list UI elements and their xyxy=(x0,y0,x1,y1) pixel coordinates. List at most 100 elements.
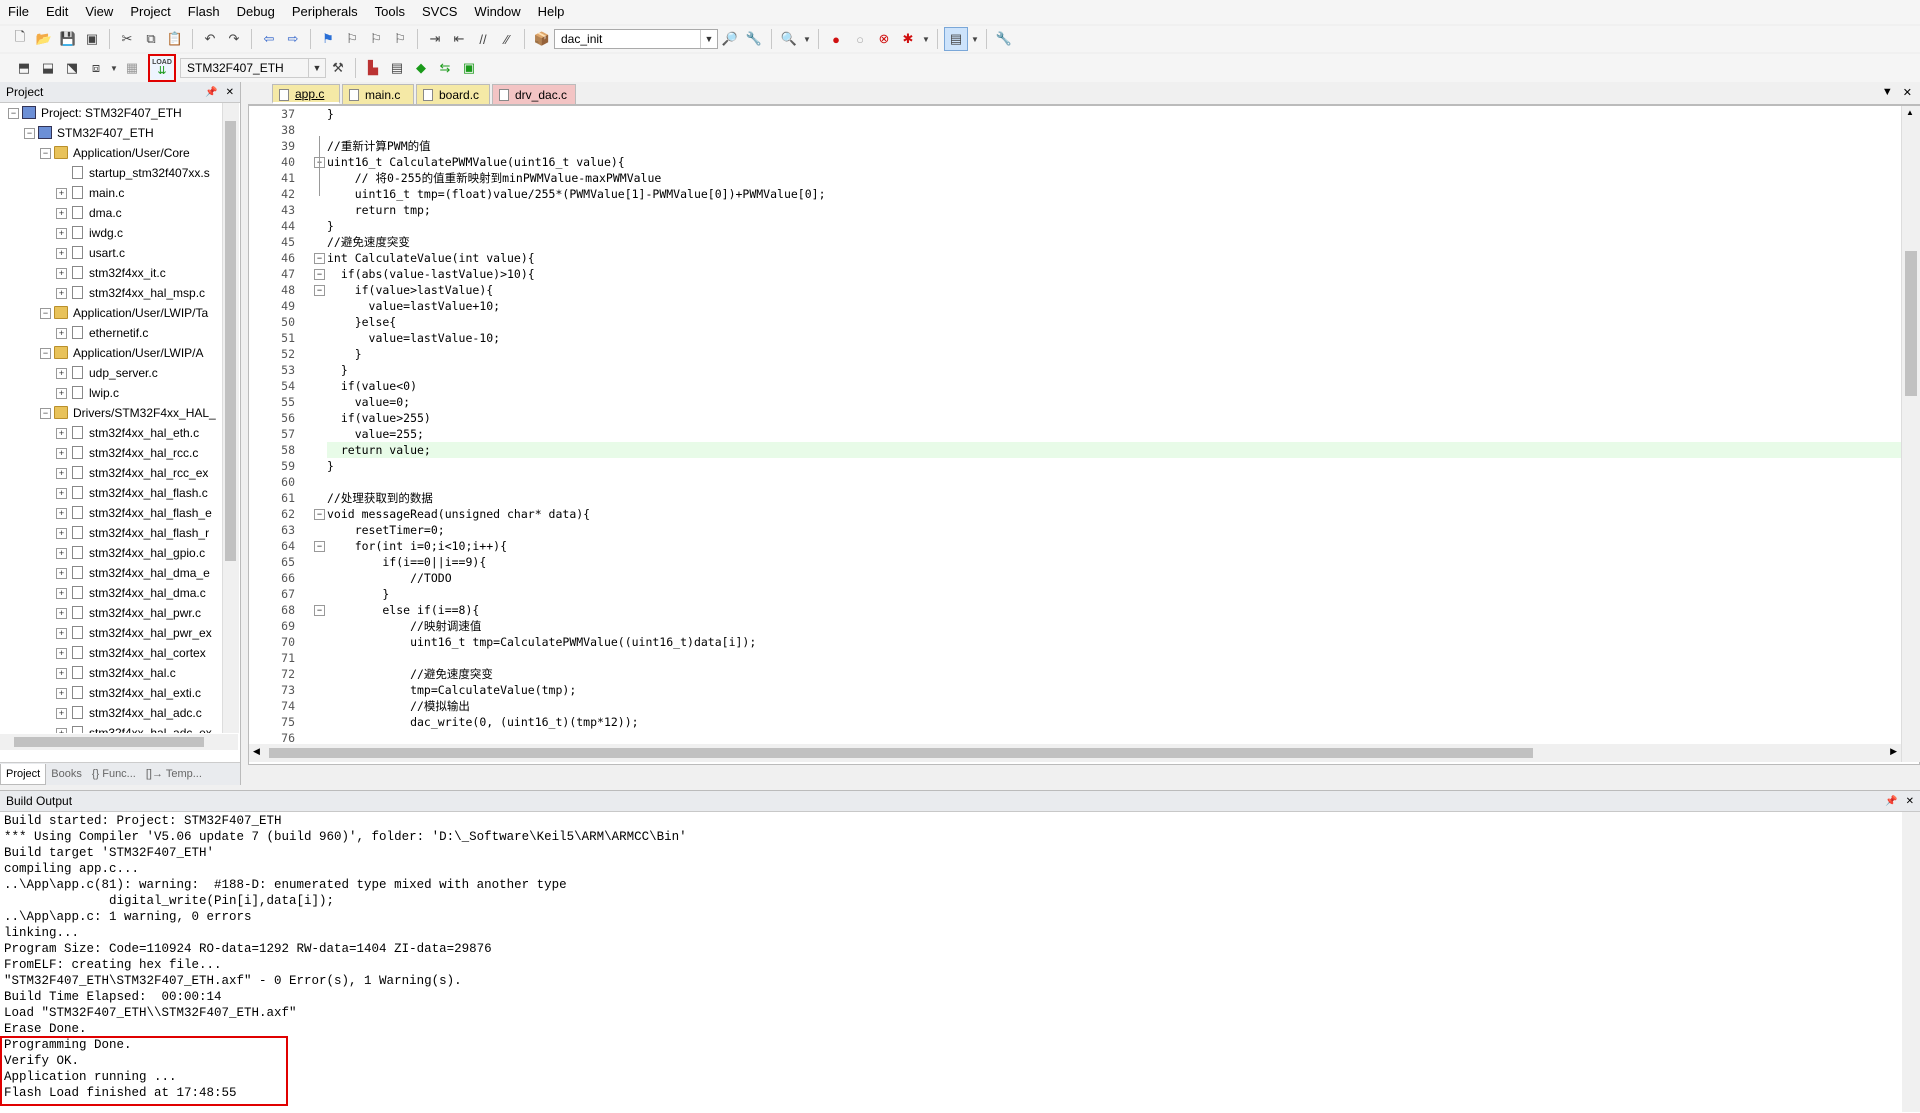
tree-file[interactable]: + stm32f4xx_hal_dma.c xyxy=(0,583,222,603)
tree-group[interactable]: − Application/User/Core xyxy=(0,143,222,163)
code-line[interactable]: }else{ xyxy=(327,314,397,330)
expand-icon[interactable]: + xyxy=(56,608,67,619)
kill-breakpoints-icon[interactable]: ⊗ xyxy=(873,28,895,50)
tab-project[interactable]: Project xyxy=(0,763,47,785)
expand-icon[interactable]: + xyxy=(56,508,67,519)
navigate-back-icon[interactable]: ⇦ xyxy=(258,28,280,50)
code-line[interactable]: uint16_t CalculatePWMValue(uint16_t valu… xyxy=(327,154,625,170)
menu-file[interactable]: File xyxy=(0,0,38,24)
expand-icon[interactable]: + xyxy=(56,328,67,339)
breakpoint-dropdown-icon[interactable]: ▼ xyxy=(921,28,931,50)
prev-bookmark-icon[interactable]: ⚐ xyxy=(341,28,363,50)
expand-icon[interactable]: + xyxy=(56,388,67,399)
code-line[interactable]: //映射调速值 xyxy=(327,618,481,634)
code-line[interactable]: // 将0-255的值重新映射到minPWMValue-maxPWMValue xyxy=(327,170,662,186)
menu-peripherals[interactable]: Peripherals xyxy=(284,0,367,24)
code-line[interactable]: resetTimer=0; xyxy=(327,522,445,538)
code-line[interactable]: } xyxy=(327,458,334,474)
expand-icon[interactable]: + xyxy=(56,628,67,639)
tree-file[interactable]: + main.c xyxy=(0,183,222,203)
code-line[interactable]: value=255; xyxy=(327,426,424,442)
clear-bookmarks-icon[interactable]: ⚐ xyxy=(389,28,411,50)
debug-dropdown-icon[interactable]: ▼ xyxy=(802,28,812,50)
expand-icon[interactable]: + xyxy=(56,648,67,659)
menu-view[interactable]: View xyxy=(77,0,122,24)
expand-icon[interactable]: + xyxy=(56,688,67,699)
pin-icon[interactable]: 📌 xyxy=(1885,796,1897,807)
tree-file[interactable]: + stm32f4xx_hal.c xyxy=(0,663,222,683)
code-line[interactable]: //模拟输出 xyxy=(327,698,470,714)
unindent-icon[interactable]: ⇤ xyxy=(448,28,470,50)
pin-icon[interactable]: 📌 xyxy=(205,87,217,98)
code-line[interactable]: //TODO xyxy=(327,570,452,586)
paste-icon[interactable]: 📋 xyxy=(164,28,186,50)
fold-toggle-icon[interactable]: − xyxy=(314,269,325,280)
find-in-files-icon[interactable]: 🔎 xyxy=(719,28,741,50)
build-icon[interactable]: ⬓ xyxy=(37,57,59,79)
tree-file[interactable]: + stm32f4xx_hal_eth.c xyxy=(0,423,222,443)
tree-file[interactable]: + stm32f4xx_it.c xyxy=(0,263,222,283)
code-line[interactable]: if(value>255) xyxy=(327,410,431,426)
tree-file[interactable]: + stm32f4xx_hal_pwr.c xyxy=(0,603,222,623)
tree-file[interactable]: + iwdg.c xyxy=(0,223,222,243)
editor-horizontal-scrollbar[interactable]: ◀ ▶ xyxy=(249,744,1901,762)
code-editor[interactable]: 37 38 39 40 41 42 43 44 45 46 47 48 49 50 51 52 53 54 55 56… xyxy=(248,105,1920,765)
code-line[interactable]: } xyxy=(327,586,389,602)
disable-breakpoint-icon[interactable]: ○ xyxy=(849,28,871,50)
tree-file[interactable]: + ethernetif.c xyxy=(0,323,222,343)
expand-icon[interactable]: + xyxy=(56,468,67,479)
expand-icon[interactable]: + xyxy=(56,568,67,579)
bookmark-icon[interactable]: ⚑ xyxy=(317,28,339,50)
target-combo[interactable]: STM32F407_ETH ▼ xyxy=(180,58,326,78)
stop-build-icon[interactable]: ▦ xyxy=(121,57,143,79)
expand-icon[interactable]: + xyxy=(56,208,67,219)
expand-icon[interactable]: + xyxy=(56,488,67,499)
tree-file[interactable]: + stm32f4xx_hal_gpio.c xyxy=(0,543,222,563)
debug-session-icon[interactable]: 🔍 xyxy=(778,28,800,50)
code-line[interactable]: //避免速度突变 xyxy=(327,234,410,250)
code-line[interactable]: value=0; xyxy=(327,394,410,410)
next-bookmark-icon[interactable]: ⚐ xyxy=(365,28,387,50)
incremental-find-icon[interactable]: 🔧 xyxy=(743,28,765,50)
code-line[interactable]: } xyxy=(327,362,348,378)
select-packs-icon[interactable]: ▤ xyxy=(386,57,408,79)
tree-group[interactable]: − Application/User/LWIP/A xyxy=(0,343,222,363)
configure-icon[interactable]: 🔧 xyxy=(993,28,1015,50)
chevron-down-icon[interactable]: ▼ xyxy=(308,59,325,77)
function-combo[interactable]: dac_init ▼ xyxy=(554,29,718,49)
project-horizontal-scrollbar[interactable] xyxy=(0,734,238,750)
code-line[interactable]: else if(i==8){ xyxy=(327,602,479,618)
cut-icon[interactable]: ✂ xyxy=(116,28,138,50)
pack-installer-icon[interactable]: ⇆ xyxy=(434,57,456,79)
code-line[interactable]: return value; xyxy=(327,442,1901,458)
window-layout-dropdown-icon[interactable]: ▼ xyxy=(970,28,980,50)
expand-icon[interactable]: + xyxy=(56,288,67,299)
fold-toggle-icon[interactable]: − xyxy=(314,605,325,616)
menu-edit[interactable]: Edit xyxy=(38,0,77,24)
collapse-icon[interactable]: − xyxy=(8,108,19,119)
code-line[interactable]: } xyxy=(327,218,334,234)
code-line[interactable]: for(int i=0;i<10;i++){ xyxy=(327,538,507,554)
tree-file[interactable]: + usart.c xyxy=(0,243,222,263)
expand-icon[interactable]: + xyxy=(56,588,67,599)
code-line[interactable]: //处理获取到的数据 xyxy=(327,490,433,506)
fold-toggle-icon[interactable]: − xyxy=(314,253,325,264)
tab-functions[interactable]: {} Func... xyxy=(87,768,141,780)
editor-tab[interactable]: board.c xyxy=(416,84,490,104)
expand-icon[interactable]: + xyxy=(56,708,67,719)
open-file-icon[interactable]: 📂 xyxy=(33,28,55,50)
build-vertical-scrollbar[interactable] xyxy=(1902,812,1920,1112)
tree-file[interactable]: + stm32f4xx_hal_flash.c xyxy=(0,483,222,503)
code-line[interactable]: tmp=CalculateValue(tmp); xyxy=(327,682,576,698)
editor-tab[interactable]: drv_dac.c xyxy=(492,84,576,104)
load-button[interactable]: LOAD ⇊ xyxy=(148,54,176,82)
tree-file[interactable]: + lwip.c xyxy=(0,383,222,403)
undo-icon[interactable]: ↶ xyxy=(199,28,221,50)
kill-all-breakpoints-icon[interactable]: ✱ xyxy=(897,28,919,50)
code-line[interactable]: value=lastValue+10; xyxy=(327,298,501,314)
tree-file[interactable]: + stm32f4xx_hal_dma_e xyxy=(0,563,222,583)
redo-icon[interactable]: ↷ xyxy=(223,28,245,50)
fold-toggle-icon[interactable]: − xyxy=(314,541,325,552)
tree-file[interactable]: + stm32f4xx_hal_adc_ex xyxy=(0,723,222,733)
expand-icon[interactable]: + xyxy=(56,228,67,239)
